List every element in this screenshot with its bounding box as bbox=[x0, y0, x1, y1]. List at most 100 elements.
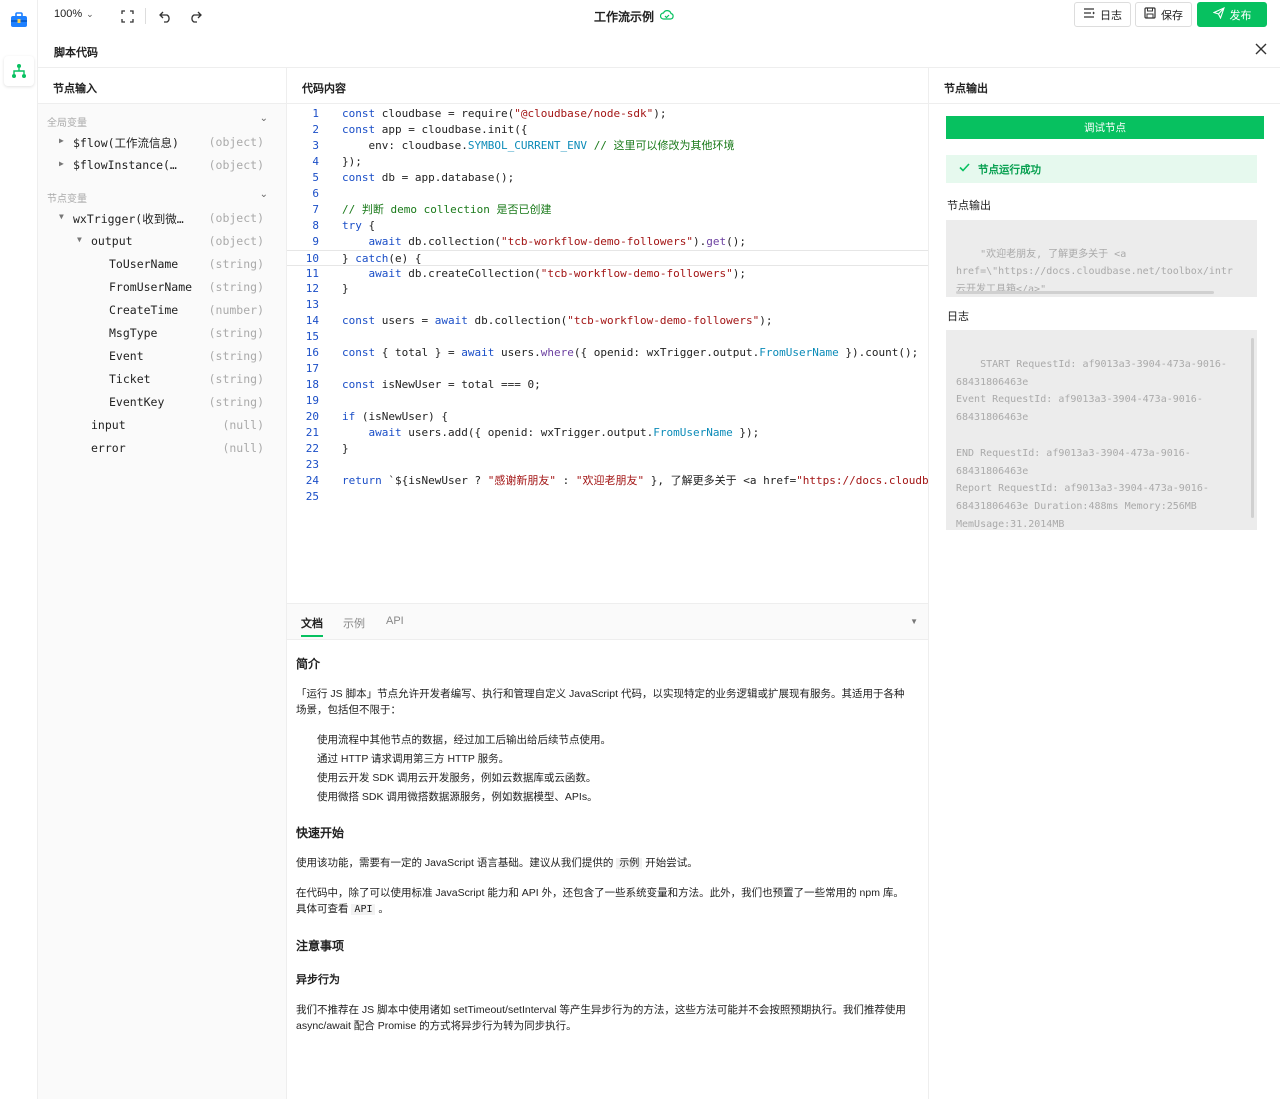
code-line[interactable]: 3 env: cloudbase.SYMBOL_CURRENT_ENV // 这… bbox=[287, 138, 928, 154]
page-title: 工作流示例 bbox=[594, 8, 674, 25]
caret-right-icon[interactable]: ▶ bbox=[59, 159, 64, 168]
code-editor[interactable]: 1 const cloudbase = require("@cloudbase/n… bbox=[287, 104, 928, 602]
tree-row[interactable]: ▶ $flowInstance(… (object) bbox=[38, 154, 286, 177]
examples-link[interactable]: 示例 bbox=[616, 858, 643, 869]
fullscreen-icon[interactable] bbox=[118, 7, 136, 25]
node-vars-group[interactable]: 节点变量 ⌄ bbox=[38, 184, 286, 207]
tab-examples[interactable]: 示例 bbox=[343, 615, 365, 631]
code-line[interactable]: 19 bbox=[287, 393, 928, 409]
caret-down-icon[interactable]: ▼ bbox=[59, 212, 64, 221]
expand-icon[interactable] bbox=[1233, 228, 1247, 242]
toolbox-icon[interactable] bbox=[9, 10, 29, 30]
line-number: 7 bbox=[312, 202, 319, 216]
tree-row[interactable]: EventKey (string) bbox=[38, 391, 286, 414]
var-type: (null) bbox=[222, 441, 264, 455]
code-line[interactable]: 15 bbox=[287, 329, 928, 345]
node-output-panel: 节点输出 调试节点 节点运行成功 节点输出 "欢迎老朋友, 了解更多关于 <a … bbox=[929, 68, 1280, 1099]
code-line[interactable]: 5 const db = app.database(); bbox=[287, 170, 928, 186]
run-success-banner: 节点运行成功 bbox=[946, 155, 1257, 183]
caret-down-icon[interactable]: ▼ bbox=[77, 235, 82, 244]
tree-row[interactable]: FromUserName (string) bbox=[38, 276, 286, 299]
code-text: env: cloudbase.SYMBOL_CURRENT_ENV // 这里可… bbox=[342, 138, 735, 152]
code-text: const isNewUser = total === 0; bbox=[342, 378, 541, 392]
code-line[interactable]: 12} bbox=[287, 281, 928, 297]
global-vars-group[interactable]: 全局变量 ⌄ bbox=[38, 108, 286, 131]
var-name: input bbox=[91, 418, 126, 432]
output-text: "欢迎老朋友, 了解更多关于 <a href=\"https://docs.cl… bbox=[956, 248, 1233, 295]
code-line[interactable]: 14 const users = await db.collection("tcb… bbox=[287, 313, 928, 329]
var-name: Ticket bbox=[109, 372, 151, 386]
redo-icon[interactable] bbox=[186, 7, 204, 25]
code-line[interactable]: 2 const app = cloudbase.init({ bbox=[287, 122, 928, 138]
tree-row[interactable]: ▼ wxTrigger(收到微… (object) bbox=[38, 207, 286, 230]
debug-node-button[interactable]: 调试节点 bbox=[946, 116, 1264, 139]
code-line[interactable]: 23 bbox=[287, 457, 928, 473]
code-line[interactable]: 10} catch(e) { bbox=[287, 249, 928, 266]
code-line[interactable]: 11 await db.createCollection("tcb-workfl… bbox=[287, 266, 928, 282]
tree-row[interactable]: ▼ output (object) bbox=[38, 230, 286, 253]
var-type: (null) bbox=[222, 418, 264, 432]
node-input-header: 节点输入 bbox=[38, 68, 286, 104]
line-number: 24 bbox=[305, 473, 319, 487]
expand-icon[interactable] bbox=[1233, 338, 1247, 352]
tree-row[interactable]: input (null) bbox=[38, 414, 286, 437]
line-number: 4 bbox=[312, 154, 319, 168]
line-number: 15 bbox=[305, 330, 319, 344]
log-box[interactable]: START RequestId: af9013a3-3904-473a-9016… bbox=[946, 330, 1257, 530]
code-text: await users.add({ openid: wxTrigger.outp… bbox=[368, 426, 760, 439]
save-button-label: 保存 bbox=[1161, 9, 1183, 22]
docs-bullet: 使用云开发 SDK 调用云开发服务，例如云数据库或云函数。 bbox=[317, 772, 597, 784]
code-line[interactable]: 13 bbox=[287, 297, 928, 313]
line-number: 14 bbox=[305, 314, 319, 328]
close-icon[interactable] bbox=[1254, 42, 1270, 58]
node-output-header: 节点输出 bbox=[929, 68, 1280, 104]
zoom-select[interactable]: 100% ⌄ bbox=[54, 8, 94, 20]
code-line[interactable]: 21 await users.add({ openid: wxTrigger.o… bbox=[287, 425, 928, 441]
code-line[interactable]: 8 try { bbox=[287, 218, 928, 234]
tree-row[interactable]: CreateTime (number) bbox=[38, 299, 286, 322]
code-line[interactable]: 7 // 判断 demo collection 是否已创建 bbox=[287, 202, 928, 218]
code-line[interactable]: 6 bbox=[287, 186, 928, 202]
log-button[interactable]: 日志 bbox=[1074, 2, 1131, 27]
code-line[interactable]: 18 const isNewUser = total === 0; bbox=[287, 377, 928, 393]
tree-row[interactable]: Ticket (string) bbox=[38, 368, 286, 391]
line-number: 20 bbox=[305, 410, 319, 424]
code-line[interactable]: 9 await db.collection("tcb-workflow-demo… bbox=[287, 234, 928, 250]
editor-title: 脚本代码 bbox=[54, 47, 98, 59]
log-label: 日志 bbox=[947, 311, 969, 323]
vertical-scrollbar[interactable] bbox=[1251, 338, 1254, 518]
log-list-icon bbox=[1083, 7, 1095, 22]
code-line[interactable]: 25 bbox=[287, 489, 928, 505]
undo-icon[interactable] bbox=[156, 7, 174, 25]
docs-tabs: 文档 示例 API ▼ bbox=[287, 604, 928, 640]
tree-row[interactable]: ▶ $flow(工作流信息) (object) bbox=[38, 131, 286, 154]
caret-down-icon[interactable]: ▼ bbox=[910, 617, 918, 626]
tree-row[interactable]: ToUserName (string) bbox=[38, 253, 286, 276]
code-text: const app = cloudbase.init({ bbox=[342, 122, 528, 136]
var-name: wxTrigger(收到微… bbox=[73, 212, 184, 226]
workflow-icon[interactable] bbox=[4, 56, 34, 86]
horizontal-scrollbar[interactable] bbox=[956, 291, 1214, 294]
code-line[interactable]: 16 const { total } = await users.where({ … bbox=[287, 345, 928, 361]
log-text: START RequestId: af9013a3-3904-473a-9016… bbox=[956, 358, 1227, 530]
code-line[interactable]: 20 if (isNewUser) { bbox=[287, 409, 928, 425]
var-type: (string) bbox=[208, 257, 264, 271]
code-line[interactable]: 24 return `${isNewUser ? "感谢新朋友" : "欢迎老朋友… bbox=[287, 473, 928, 489]
tree-row[interactable]: Event (string) bbox=[38, 345, 286, 368]
caret-right-icon[interactable]: ▶ bbox=[59, 136, 64, 145]
tree-row[interactable]: error (null) bbox=[38, 437, 286, 460]
output-box[interactable]: "欢迎老朋友, 了解更多关于 <a href=\"https://docs.cl… bbox=[946, 220, 1257, 297]
code-line[interactable]: 1 const cloudbase = require("@cloudbase/n… bbox=[287, 106, 928, 122]
code-line[interactable]: 17 bbox=[287, 361, 928, 377]
code-line[interactable]: 4}); bbox=[287, 154, 928, 170]
tree-row[interactable]: MsgType (string) bbox=[38, 322, 286, 345]
line-number: 21 bbox=[305, 426, 319, 439]
code-line[interactable]: 22} bbox=[287, 441, 928, 457]
tab-api[interactable]: API bbox=[386, 615, 404, 627]
tab-docs[interactable]: 文档 bbox=[301, 615, 323, 637]
api-link[interactable]: API bbox=[351, 904, 376, 915]
save-button[interactable]: 保存 bbox=[1135, 2, 1192, 27]
publish-button[interactable]: 发布 bbox=[1197, 2, 1267, 27]
code-text: const cloudbase = require("@cloudbase/no… bbox=[342, 107, 667, 120]
group-label: 节点变量 bbox=[47, 194, 87, 205]
